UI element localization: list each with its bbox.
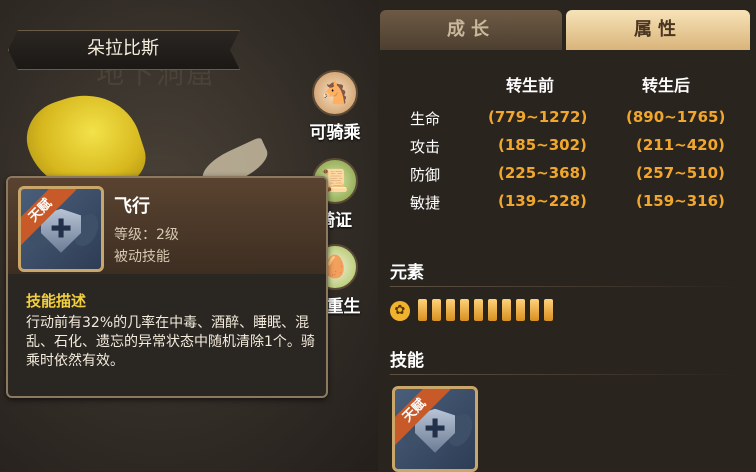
skill-tooltip: ✚ 天赋 飞行 等级：2级 被动技能 技能描述 行动前有32%的几率在中毒、酒醉… [6,176,328,398]
element-level-segment [446,299,455,321]
element-divider [390,286,740,287]
stat-label-attack: 攻击 [410,138,441,156]
stat-hp-before: (779~1272) [488,108,588,126]
stat-agility-before: (139~228) [498,192,587,210]
pet-name: 朵拉比斯 [87,38,159,59]
stat-label-agility: 敏捷 [410,194,441,212]
skill-description-heading: 技能描述 [26,292,87,310]
element-level-segment [530,299,539,321]
tab-attributes[interactable]: 属性 [566,10,750,50]
tooltip-skill-icon: ✚ 天赋 [18,186,104,272]
element-level-segment [516,299,525,321]
skills-heading: 技能 [390,351,424,371]
element-level-segment [488,299,497,321]
skill-slot-1[interactable]: ✚ 天赋 [392,386,478,472]
rideable-button[interactable]: 🐴 可骑乘 [300,70,370,143]
skills-divider [390,374,740,375]
skill-type: 被动技能 [114,249,170,265]
column-before-rebirth: 转生前 [506,76,555,95]
element-level-segment [418,299,427,321]
column-after-rebirth: 转生后 [642,76,691,95]
cross-icon: ✚ [424,414,446,445]
element-level-segment [432,299,441,321]
skill-description: 行动前有32%的几率在中毒、酒醉、睡眠、混乱、石化、遗忘的异常状态中随机清除1个… [26,315,315,369]
stat-label-hp: 生命 [410,110,441,128]
cross-icon: ✚ [50,214,72,245]
stat-attack-after: (211~420) [636,136,725,154]
skill-level: 等级：2级 [114,227,179,243]
stat-attack-before: (185~302) [498,136,587,154]
wind-element-icon: ✿ [390,301,410,321]
element-level-segment [474,299,483,321]
horse-icon: 🐴 [312,70,358,116]
rideable-label: 可骑乘 [309,123,361,143]
stat-hp-after: (890~1765) [626,108,726,126]
stat-agility-after: (159~316) [636,192,725,210]
stat-defense-before: (225~368) [498,164,587,182]
element-heading: 元素 [390,263,424,283]
element-level-segment [544,299,553,321]
tab-growth[interactable]: 成长 [380,10,562,50]
stat-defense-after: (257~510) [636,164,725,182]
skill-name: 飞行 [114,196,150,217]
element-level-segment [460,299,469,321]
element-level-segment [502,299,511,321]
stat-label-defense: 防御 [410,166,441,184]
